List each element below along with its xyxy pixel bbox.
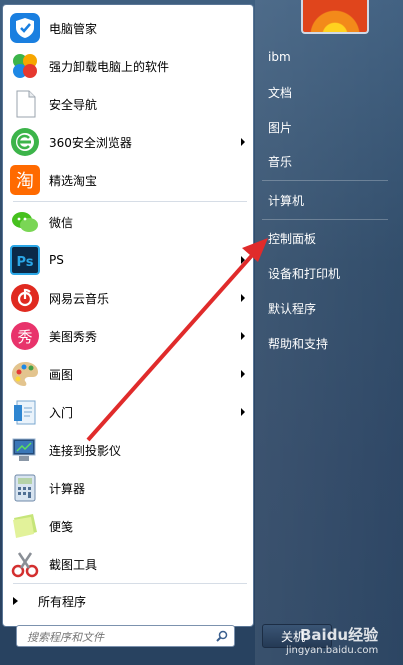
- program-label: 360安全浏览器: [49, 135, 132, 150]
- submenu-arrow-icon: [241, 332, 245, 340]
- right-item-user[interactable]: ibm: [262, 44, 390, 70]
- right-item-computer[interactable]: 计算机: [262, 187, 390, 213]
- program-item-netease-music[interactable]: 网易云音乐: [7, 281, 251, 315]
- program-label: 电脑管家: [49, 21, 98, 36]
- start-menu-programs-panel: 电脑管家 强力卸载电脑上的软件 安全导航 360安全浏览器 淘 精选淘宝 微信 …: [2, 4, 254, 627]
- program-label: 画图: [49, 367, 74, 382]
- submenu-arrow-icon: [241, 294, 245, 302]
- right-item-label: 音乐: [268, 154, 293, 169]
- program-item-snipping-tool[interactable]: 截图工具: [7, 547, 251, 581]
- program-label: 网易云音乐: [49, 291, 110, 306]
- program-label: 精选淘宝: [49, 173, 98, 188]
- program-label: 安全导航: [49, 97, 98, 112]
- photoshop-icon: Ps: [10, 245, 40, 275]
- right-item-label: 文档: [268, 85, 293, 100]
- right-item-label: 控制面板: [268, 231, 317, 246]
- program-label: 截图工具: [49, 557, 98, 572]
- right-item-label: 帮助和支持: [268, 336, 329, 351]
- right-item-devices-printers[interactable]: 设备和打印机: [262, 260, 390, 286]
- right-item-default-programs[interactable]: 默认程序: [262, 295, 390, 321]
- tencent-pc-manager-icon: [10, 13, 40, 43]
- projector-icon: [12, 438, 36, 461]
- divider: [13, 201, 247, 202]
- submenu-arrow-icon: [241, 370, 245, 378]
- sticky-note-icon: [13, 514, 37, 538]
- svg-text:秀: 秀: [17, 328, 32, 346]
- submenu-arrow-icon: [241, 408, 245, 416]
- right-item-music[interactable]: 音乐: [262, 148, 390, 174]
- program-label: 连接到投影仪: [49, 443, 122, 458]
- program-label: 强力卸载电脑上的软件: [49, 59, 170, 74]
- getting-started-icon: [14, 400, 36, 425]
- search-icon[interactable]: [216, 630, 228, 642]
- program-item-safe-nav[interactable]: 安全导航: [7, 87, 251, 121]
- search-box[interactable]: [16, 625, 235, 647]
- program-item-uninstall[interactable]: 强力卸载电脑上的软件: [7, 49, 251, 83]
- program-item-taobao[interactable]: 淘 精选淘宝: [7, 163, 251, 197]
- divider: [13, 583, 247, 584]
- submenu-arrow-icon: [241, 138, 245, 146]
- program-item-calculator[interactable]: 计算器: [7, 471, 251, 505]
- program-item-360-browser[interactable]: 360安全浏览器: [7, 125, 251, 159]
- program-item-paint[interactable]: 画图: [7, 357, 251, 391]
- right-item-help-support[interactable]: 帮助和支持: [262, 330, 390, 356]
- program-item-projector[interactable]: 连接到投影仪: [7, 433, 251, 467]
- program-label: 计算器: [49, 481, 86, 496]
- meitu-icon: 秀: [11, 322, 39, 350]
- expand-arrow-icon: [13, 597, 18, 605]
- right-item-label: 图片: [268, 120, 293, 135]
- netease-music-icon: [11, 284, 39, 312]
- wechat-icon: [12, 212, 38, 232]
- program-item-getting-started[interactable]: 入门: [7, 395, 251, 429]
- all-programs-button[interactable]: 所有程序: [11, 591, 86, 611]
- submenu-arrow-icon: [241, 256, 245, 264]
- program-item-sticky-notes[interactable]: 便笺: [7, 509, 251, 543]
- program-item-meitu[interactable]: 秀 美图秀秀: [7, 319, 251, 353]
- program-label: PS: [49, 253, 64, 267]
- program-label: 微信: [49, 215, 74, 230]
- right-item-label: 设备和打印机: [268, 266, 341, 281]
- snipping-tool-icon: [11, 552, 39, 578]
- right-item-label: ibm: [268, 50, 291, 64]
- taobao-icon: 淘: [10, 165, 40, 195]
- 360-browser-icon: [11, 128, 39, 156]
- calculator-icon: [14, 474, 36, 502]
- program-item-pc-manager[interactable]: 电脑管家: [7, 11, 251, 45]
- program-item-photoshop[interactable]: Ps PS: [7, 243, 251, 277]
- svg-text:Ps: Ps: [16, 255, 33, 270]
- right-divider: [262, 180, 388, 181]
- right-item-control-panel[interactable]: 控制面板: [262, 225, 390, 251]
- program-label: 便笺: [49, 519, 74, 534]
- paint-palette-icon: [12, 362, 38, 386]
- program-item-wechat[interactable]: 微信: [7, 205, 251, 239]
- right-item-label: 默认程序: [268, 301, 317, 316]
- user-avatar-flower-icon[interactable]: [301, 0, 369, 34]
- right-item-label: 计算机: [268, 193, 305, 208]
- uninstall-clover-icon: [13, 54, 37, 78]
- search-input[interactable]: [25, 627, 214, 647]
- watermark-brand: Baidu经验: [300, 626, 379, 644]
- right-item-pictures[interactable]: 图片: [262, 114, 390, 140]
- watermark-url: jingyan.baidu.com: [286, 645, 379, 656]
- all-programs-label: 所有程序: [38, 594, 87, 609]
- right-item-documents[interactable]: 文档: [262, 79, 390, 105]
- program-label: 入门: [49, 405, 74, 420]
- svg-text:淘: 淘: [16, 171, 34, 192]
- program-label: 美图秀秀: [49, 329, 98, 344]
- blank-document-icon: [16, 90, 36, 118]
- right-divider: [262, 219, 388, 220]
